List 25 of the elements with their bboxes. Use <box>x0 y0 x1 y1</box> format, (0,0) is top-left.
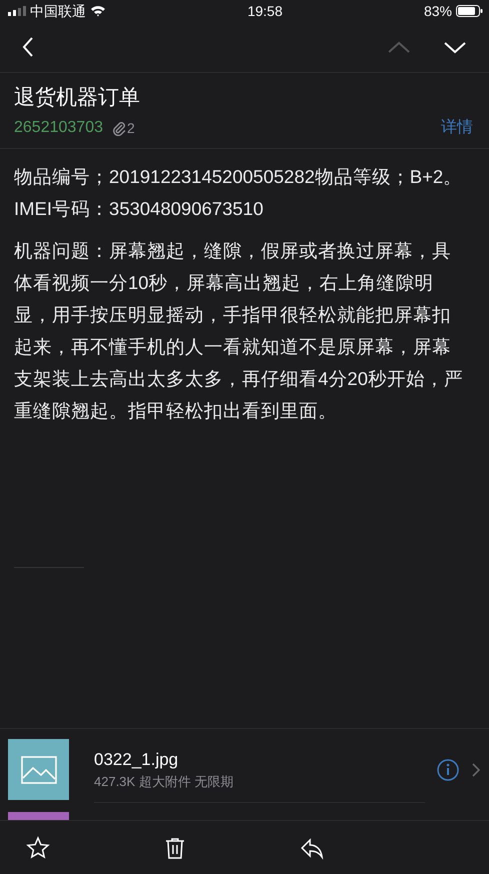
battery-icon <box>456 5 483 17</box>
back-icon <box>22 36 34 58</box>
file-meta: 427.3K 超大附件 无限期 <box>94 773 234 791</box>
image-icon <box>20 756 56 784</box>
info-icon <box>437 758 459 780</box>
carrier-name: 中国联通 <box>30 2 86 20</box>
reply-icon <box>300 836 324 860</box>
star-icon <box>26 836 50 860</box>
mail-subject: 退货机器订单 <box>14 85 141 110</box>
paperclip-icon <box>110 120 127 136</box>
file-name: 0322_1.jpg <box>94 748 180 770</box>
sender-address: 2652103703 <box>14 118 103 138</box>
body-paragraph: 物品编号；20191223145200505282物品等级；B+2。IMEI号码：353048090673510 <box>14 165 464 222</box>
chevron-down-icon <box>443 40 467 54</box>
file-thumbnail[interactable] <box>8 739 69 800</box>
chevron-up-icon <box>387 40 411 54</box>
signal-icon <box>8 6 26 16</box>
wifi-icon <box>90 5 106 17</box>
status-time: 19:58 <box>247 2 282 20</box>
trash-icon <box>163 836 187 860</box>
details-link[interactable]: 详情 <box>441 116 473 140</box>
attachment-count: 2 <box>126 118 135 138</box>
body-paragraph: 机器问题：屏幕翘起，缝隙，假屏或者换过屏幕，具体看视频一分10秒，屏幕高出翘起，右上角缝隙明显，用手按压明显摇动，手指甲很轻松就能把屏幕扣起来，再不懂手机的人一看就知道不是原屏幕，屏幕支架装上去高出太多太多，再仔细看4分20秒开始，严重缝隙翘起。指甲轻松扣出看到里面。 <box>14 239 464 424</box>
chevron-right-icon <box>471 762 481 778</box>
battery-percentage: 83% <box>424 2 452 20</box>
